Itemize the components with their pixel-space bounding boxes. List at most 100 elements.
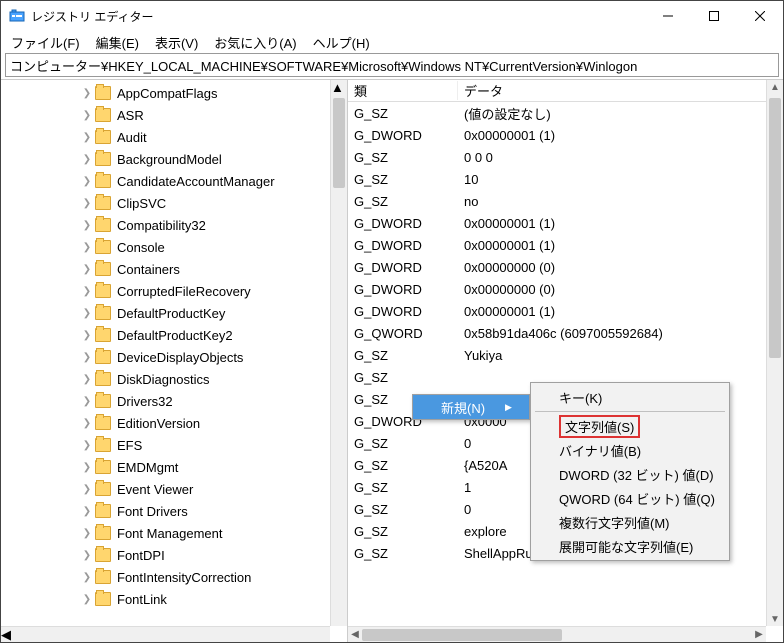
tree-item-defaultproductkey[interactable]: ❯DefaultProductKey <box>1 302 347 324</box>
expander-icon[interactable]: ❯ <box>81 594 93 605</box>
list-horizontal-scrollbar[interactable]: ◀ ▶ <box>348 626 766 642</box>
scroll-left-icon[interactable]: ◀ <box>348 627 362 641</box>
tree-item-asr[interactable]: ❯ ASR <box>1 104 347 126</box>
list-row[interactable]: G_SZ10 <box>348 168 783 190</box>
tree-item-devicedisplayobjects[interactable]: ❯DeviceDisplayObjects <box>1 346 347 368</box>
scrollbar-thumb[interactable] <box>333 98 345 188</box>
expander-icon[interactable]: ❯ <box>81 528 93 539</box>
menu-item-expandstring[interactable]: 展開可能な文字列値(E) <box>531 534 729 558</box>
tree-item-containers[interactable]: ❯Containers <box>1 258 347 280</box>
expander-icon[interactable]: ❯ <box>81 484 93 495</box>
menu-item-new[interactable]: 新規(N) ▶ <box>413 395 529 419</box>
expander-icon[interactable]: ❯ <box>81 220 93 231</box>
list-row[interactable]: G_DWORD0x00000001 (1) <box>348 124 783 146</box>
menu-item-string[interactable]: 文字列値(S) <box>531 414 729 438</box>
cell-data: 0x00000001 (1) <box>458 216 783 231</box>
minimize-button[interactable] <box>645 1 691 31</box>
menu-favorites[interactable]: お気に入り(A) <box>206 31 304 54</box>
expander-icon[interactable]: ❯ <box>81 572 93 583</box>
expander-icon[interactable]: ❯ <box>81 88 93 99</box>
list-row[interactable]: G_SZYukiya <box>348 344 783 366</box>
tree-item-font drivers[interactable]: ❯Font Drivers <box>1 500 347 522</box>
tree-item-defaultproductkey2[interactable]: ❯DefaultProductKey2 <box>1 324 347 346</box>
expander-icon[interactable]: ❯ <box>81 308 93 319</box>
menu-item-binary[interactable]: バイナリ値(B) <box>531 438 729 462</box>
tree-horizontal-scrollbar[interactable]: ◀ ▶ <box>1 626 330 642</box>
close-button[interactable] <box>737 1 783 31</box>
expander-icon[interactable]: ❯ <box>81 396 93 407</box>
tree-item-efs[interactable]: ❯EFS <box>1 434 347 456</box>
tree-item-clipsvc[interactable]: ❯ClipSVC <box>1 192 347 214</box>
menu-edit[interactable]: 編集(E) <box>88 31 147 54</box>
tree-item-fontintensitycorrection[interactable]: ❯ FontIntensityCorrection <box>1 566 347 588</box>
tree-item-backgroundmodel[interactable]: ❯BackgroundModel <box>1 148 347 170</box>
expander-icon[interactable]: ❯ <box>81 110 93 121</box>
expander-icon[interactable]: ❯ <box>81 418 93 429</box>
menu-view[interactable]: 表示(V) <box>147 31 206 54</box>
tree-item-label: CorruptedFileRecovery <box>117 284 251 299</box>
list-vertical-scrollbar[interactable]: ▲ ▼ <box>766 80 783 626</box>
address-bar[interactable]: コンピューター¥HKEY_LOCAL_MACHINE¥SOFTWARE¥Micr… <box>5 53 779 77</box>
menu-item-qword[interactable]: QWORD (64 ビット) 値(Q) <box>531 486 729 510</box>
scrollbar-thumb[interactable] <box>769 98 781 358</box>
expander-icon[interactable]: ❯ <box>81 374 93 385</box>
maximize-button[interactable] <box>691 1 737 31</box>
expander-icon[interactable]: ❯ <box>81 352 93 363</box>
column-data-header[interactable]: データ <box>458 81 783 100</box>
tree-item-compatibility32[interactable]: ❯ Compatibility32 <box>1 214 347 236</box>
expander-icon[interactable]: ❯ <box>81 264 93 275</box>
scroll-right-icon[interactable]: ▶ <box>752 627 766 641</box>
expander-icon[interactable]: ❯ <box>81 286 93 297</box>
expander-icon[interactable]: ❯ <box>81 506 93 517</box>
scroll-up-icon[interactable]: ▲ <box>768 80 782 94</box>
tree-item-font management[interactable]: ❯Font Management <box>1 522 347 544</box>
expander-icon[interactable]: ❯ <box>81 154 93 165</box>
scroll-up-icon[interactable]: ▲ <box>331 80 347 95</box>
menu-file[interactable]: ファイル(F) <box>3 31 88 54</box>
column-type-header[interactable]: 類 <box>348 81 458 100</box>
tree-item-corruptedfilerecovery[interactable]: ❯ CorruptedFileRecovery <box>1 280 347 302</box>
list-row[interactable]: G_SZno <box>348 190 783 212</box>
tree-vertical-scrollbar[interactable]: ▲ ▼ <box>330 80 347 626</box>
list-row[interactable]: G_DWORD0x00000000 (0) <box>348 256 783 278</box>
tree-item-emdmgmt[interactable]: ❯EMDMgmt <box>1 456 347 478</box>
expander-icon[interactable]: ❯ <box>81 462 93 473</box>
list-row[interactable]: G_DWORD0x00000001 (1) <box>348 212 783 234</box>
expander-icon[interactable]: ❯ <box>81 176 93 187</box>
menu-item-key[interactable]: キー(K) <box>531 385 729 409</box>
tree-item-label: ASR <box>117 108 144 123</box>
folder-icon <box>95 86 111 100</box>
tree-item-editionversion[interactable]: ❯EditionVersion <box>1 412 347 434</box>
tree-item-label: Compatibility32 <box>117 218 206 233</box>
expander-icon[interactable]: ❯ <box>81 132 93 143</box>
list-row[interactable]: G_SZ0 0 0 <box>348 146 783 168</box>
menu-item-multistring[interactable]: 複数行文字列値(M) <box>531 510 729 534</box>
expander-icon[interactable]: ❯ <box>81 440 93 451</box>
expander-icon[interactable]: ❯ <box>81 242 93 253</box>
folder-icon <box>95 372 111 386</box>
tree-item-candidateaccountmanager[interactable]: ❯CandidateAccountManager <box>1 170 347 192</box>
tree-item-fontlink[interactable]: ❯FontLink <box>1 588 347 610</box>
list-row[interactable]: G_DWORD0x00000001 (1) <box>348 300 783 322</box>
list-row[interactable]: G_SZ(値の設定なし) <box>348 102 783 124</box>
tree-item-label: FontIntensityCorrection <box>117 570 251 585</box>
scrollbar-thumb[interactable] <box>362 629 562 641</box>
tree-item-audit[interactable]: ❯Audit <box>1 126 347 148</box>
list-row[interactable]: G_QWORD0x58b91da406c (6097005592684) <box>348 322 783 344</box>
list-row[interactable]: G_DWORD0x00000001 (1) <box>348 234 783 256</box>
menu-item-dword[interactable]: DWORD (32 ビット) 値(D) <box>531 462 729 486</box>
tree-item-console[interactable]: ❯Console <box>1 236 347 258</box>
expander-icon[interactable]: ❯ <box>81 330 93 341</box>
expander-icon[interactable]: ❯ <box>81 198 93 209</box>
scroll-down-icon[interactable]: ▼ <box>768 612 782 626</box>
menu-help[interactable]: ヘルプ(H) <box>305 31 378 54</box>
tree-item-event viewer[interactable]: ❯Event Viewer <box>1 478 347 500</box>
tree-item-diskdiagnostics[interactable]: ❯DiskDiagnostics <box>1 368 347 390</box>
expander-icon[interactable]: ❯ <box>81 550 93 561</box>
list-row[interactable]: G_DWORD0x00000000 (0) <box>348 278 783 300</box>
scroll-left-icon[interactable]: ◀ <box>1 627 330 642</box>
tree-item-appcompatflags[interactable]: ❯AppCompatFlags <box>1 82 347 104</box>
tree-item-label: Drivers32 <box>117 394 173 409</box>
tree-item-fontdpi[interactable]: ❯FontDPI <box>1 544 347 566</box>
tree-item-drivers32[interactable]: ❯ Drivers32 <box>1 390 347 412</box>
